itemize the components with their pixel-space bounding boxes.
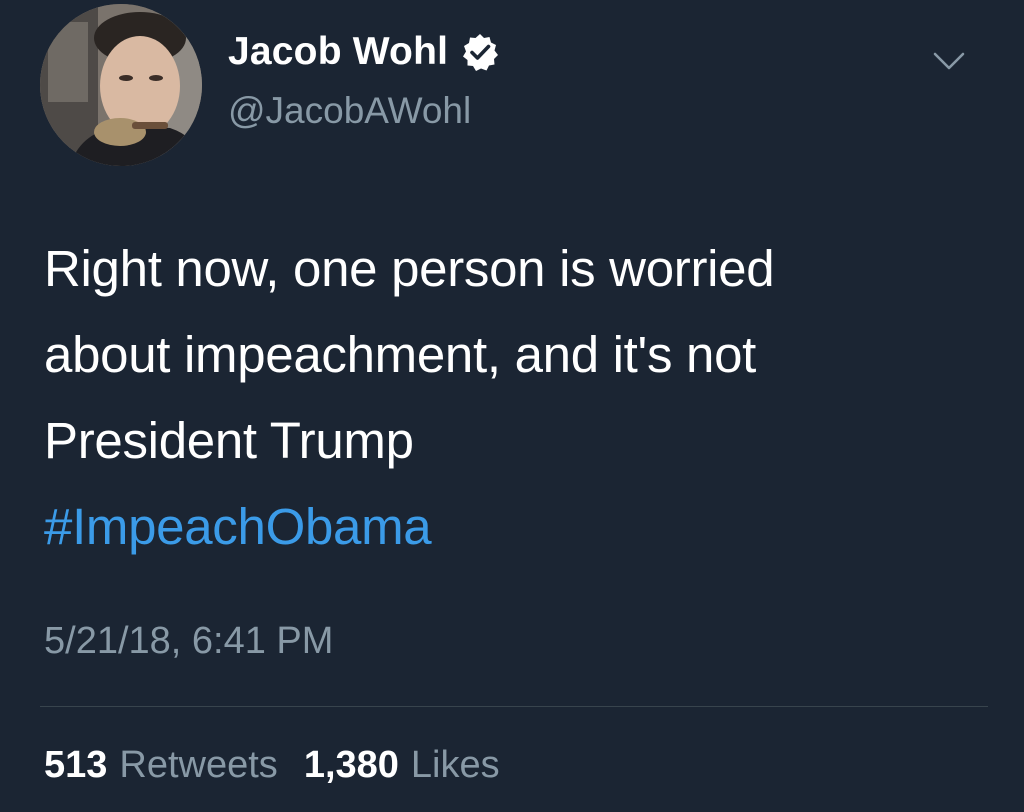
tweet-text-line: President Trump xyxy=(44,412,414,469)
display-name[interactable]: Jacob Wohl xyxy=(228,30,448,74)
divider xyxy=(40,706,988,707)
verified-badge-icon xyxy=(460,32,500,72)
tweet-timestamp[interactable]: 5/21/18, 6:41 PM xyxy=(44,620,333,663)
tweet-text-line: Right now, one person is worried xyxy=(44,240,775,297)
hashtag-link[interactable]: #ImpeachObama xyxy=(44,498,432,555)
user-handle[interactable]: @JacobAWohl xyxy=(228,90,500,132)
chevron-down-icon[interactable] xyxy=(932,50,966,72)
avatar[interactable] xyxy=(40,4,202,166)
tweet-card: Jacob Wohl @JacobAWohl Right now, one pe… xyxy=(0,0,1024,812)
user-info: Jacob Wohl @JacobAWohl xyxy=(228,26,500,132)
likes-label: Likes xyxy=(410,744,500,786)
tweet-text: Right now, one person is worried about i… xyxy=(44,226,984,570)
tweet-text-line: about impeachment, and it's not xyxy=(44,326,757,383)
likes-count: 1,380 xyxy=(303,744,399,786)
retweets-label: Retweets xyxy=(119,744,278,786)
avatar-photo xyxy=(40,4,202,166)
display-name-row: Jacob Wohl xyxy=(228,26,500,78)
likes-stat[interactable]: 1,380 Likes xyxy=(304,744,500,787)
retweets-stat[interactable]: 513 Retweets xyxy=(44,744,278,787)
retweets-count: 513 xyxy=(44,744,108,786)
tweet-stats: 513 Retweets 1,380 Likes xyxy=(44,744,526,787)
